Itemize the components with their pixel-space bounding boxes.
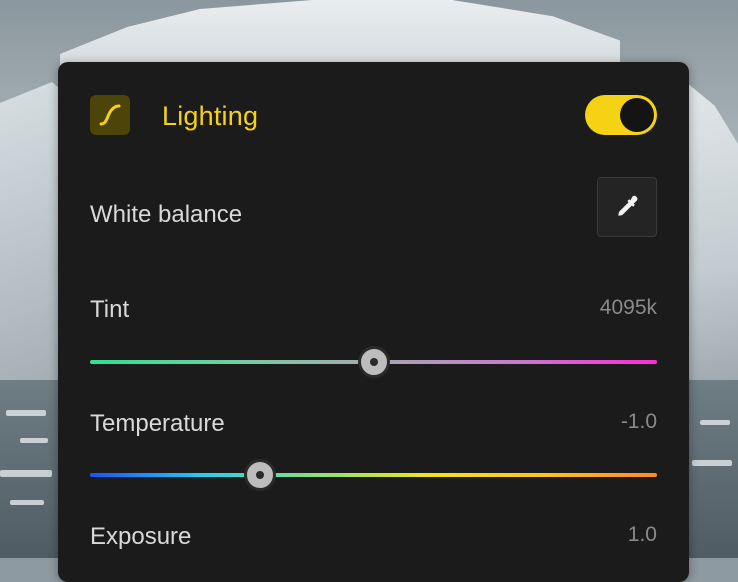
temperature-value: -1.0: [620, 410, 657, 433]
white-balance-label: White balance: [90, 201, 243, 228]
temperature-slider[interactable]: [90, 459, 657, 491]
tint-label: Tint: [90, 296, 130, 323]
temperature-row: Temperature -1.0: [90, 410, 657, 450]
lighting-toggle[interactable]: [585, 95, 657, 135]
exposure-value: 1.0: [627, 523, 657, 546]
temperature-slider-thumb[interactable]: [244, 459, 277, 491]
eyedropper-button[interactable]: [597, 177, 657, 237]
exposure-label: Exposure: [90, 523, 192, 550]
exposure-row: Exposure 1.0: [90, 523, 657, 563]
tint-value: 4095k: [599, 296, 657, 319]
tint-row: Tint 4095k: [90, 296, 657, 336]
tint-slider[interactable]: [90, 346, 657, 378]
panel-header: Lighting: [90, 95, 657, 135]
eyedropper-icon: [618, 195, 638, 216]
lighting-panel: Lighting White balance Tint 4095k Temper…: [58, 62, 689, 582]
temperature-label: Temperature: [90, 410, 225, 437]
tint-slider-thumb[interactable]: [357, 346, 390, 378]
temperature-track[interactable]: [90, 473, 657, 477]
curve-icon: [90, 95, 130, 135]
white-balance-row: White balance: [90, 177, 657, 239]
toggle-knob: [620, 98, 654, 132]
panel-title: Lighting: [162, 101, 259, 131]
